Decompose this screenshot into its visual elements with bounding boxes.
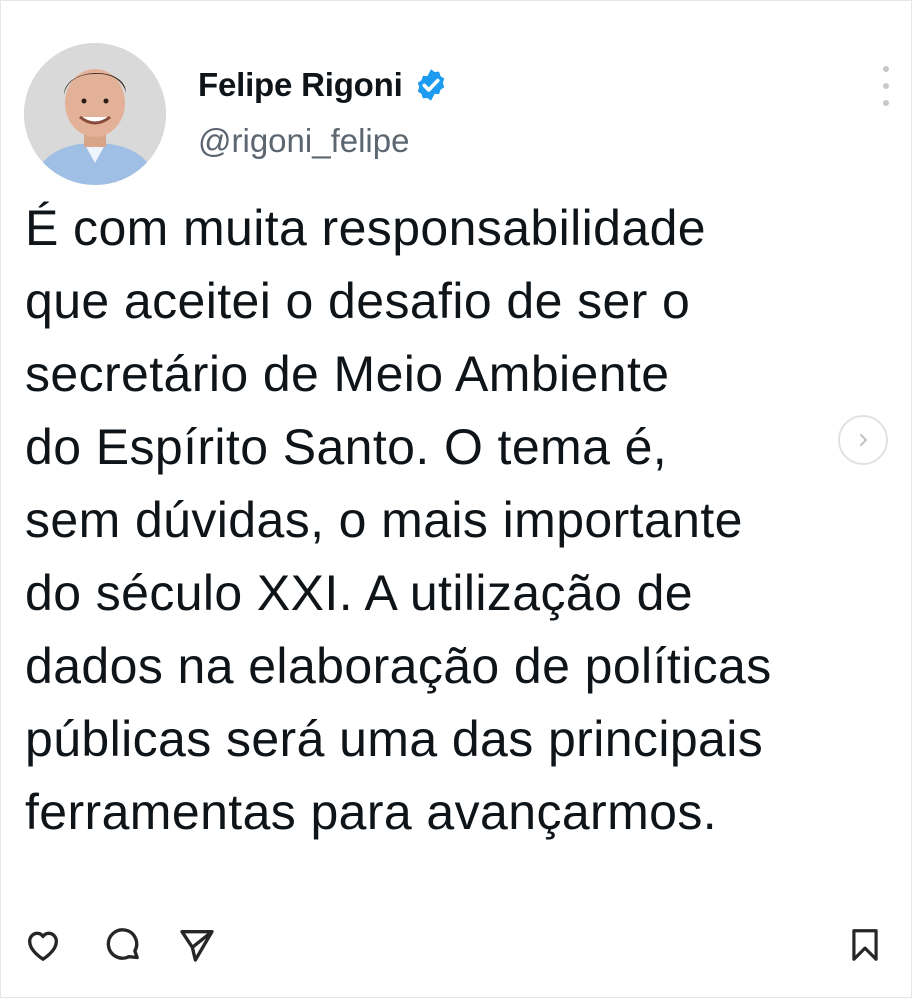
next-slide-button[interactable] <box>838 415 888 465</box>
send-icon <box>180 930 214 962</box>
avatar-photo <box>24 43 166 185</box>
like-button[interactable] <box>20 920 66 970</box>
post-text-line: públicas será uma das principais <box>25 711 764 767</box>
comment-button[interactable] <box>100 920 146 970</box>
post-text-line: dados na elaboração de políticas <box>25 638 772 694</box>
post-text: É com muita responsabilidade que aceitei… <box>25 192 895 849</box>
author-name[interactable]: Felipe Rigoni <box>198 66 403 104</box>
avatar[interactable] <box>24 43 166 185</box>
verified-badge-icon <box>413 67 449 103</box>
share-button[interactable] <box>174 920 220 970</box>
more-options-icon[interactable] <box>874 66 898 106</box>
post-text-line: ferramentas para avançarmos. <box>25 784 718 840</box>
action-bar <box>0 920 914 980</box>
save-button[interactable] <box>842 920 888 970</box>
post-text-line: que aceitei o desafio de ser o <box>25 273 691 329</box>
post-text-line: sem dúvidas, o mais importante <box>25 492 743 548</box>
bookmark-icon <box>852 929 878 961</box>
post-text-line: secretário de Meio Ambiente <box>25 346 670 402</box>
comment-icon <box>106 928 139 960</box>
post-text-line: do Espírito Santo. O tema é, <box>25 419 668 475</box>
chevron-right-icon <box>860 434 867 446</box>
post-text-line: do século XXI. A utilização de <box>25 565 693 621</box>
heart-icon <box>28 931 58 961</box>
author-row: Felipe Rigoni <box>198 62 449 108</box>
post-text-line: É com muita responsabilidade <box>25 200 706 256</box>
author-handle[interactable]: @rigoni_felipe <box>198 122 409 160</box>
